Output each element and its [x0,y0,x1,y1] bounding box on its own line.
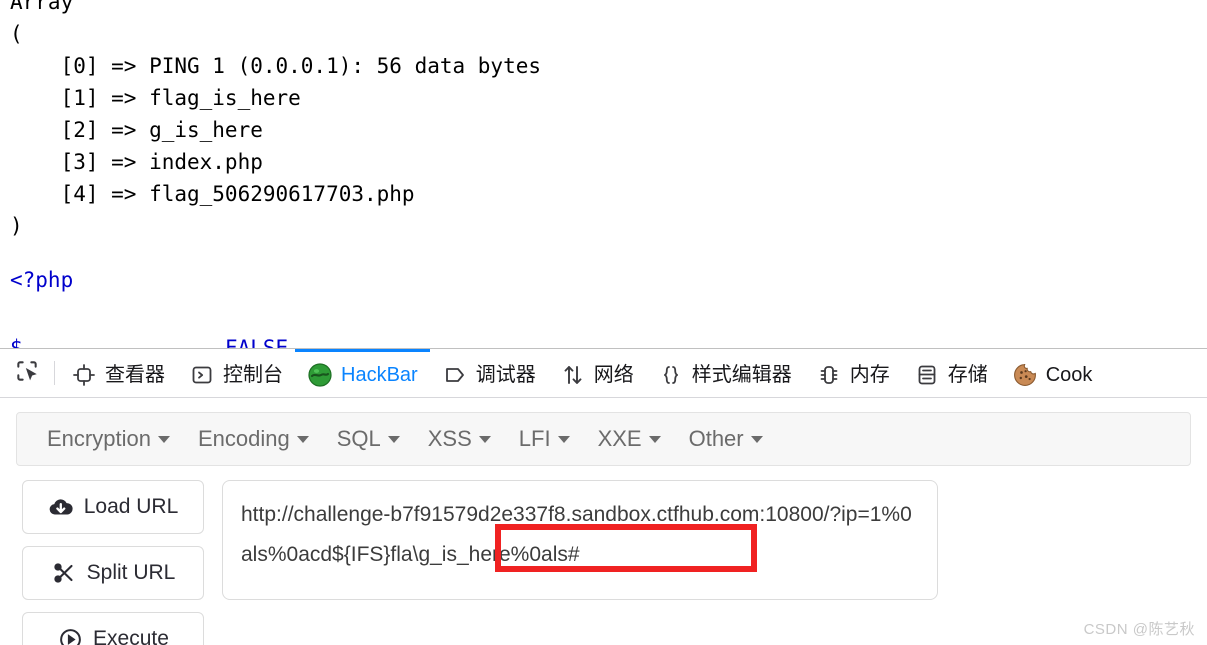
chevron-down-icon [478,435,491,443]
browser-page-content: Array ( [0] => PING 1 (0.0.0.1): 56 data… [0,0,1207,348]
tab-style-editor-label: 样式编辑器 [691,363,792,386]
memory-icon [816,362,842,388]
hackbar-menu-lfi-label: LFI [518,426,551,451]
load-url-label: Load URL [83,495,179,518]
tab-inspector-label: 查看器 [105,363,165,386]
tab-console[interactable]: 控制台 [177,349,295,397]
tab-cookies[interactable]: Cook [1000,349,1105,397]
chevron-down-icon [648,435,661,443]
hackbar-icon [307,362,333,388]
hackbar-body: Load URL Split URL Execute http://challe… [22,480,1191,645]
tab-network-label: 网络 [593,363,634,386]
hackbar-menu-xxe-label: XXE [597,426,642,451]
hackbar-menu-encryption[interactable]: Encryption [33,426,184,452]
tab-inspector[interactable]: 查看器 [59,349,177,397]
hackbar-menubar: Encryption Encoding SQL XSS LFI XXE Othe… [16,412,1191,466]
chevron-down-icon [387,435,400,443]
tab-cookies-label: Cook [1045,363,1093,386]
url-field-wrapper: http://challenge-b7f91579d2e337f8.sandbo… [222,480,1191,645]
tab-debugger[interactable]: 调试器 [430,349,548,397]
hackbar-menu-encoding-label: Encoding [197,426,290,451]
php-array-output: Array ( [0] => PING 1 (0.0.0.1): 56 data… [10,0,542,238]
hackbar-menu-sql[interactable]: SQL [323,426,414,452]
tab-style-editor[interactable]: 样式编辑器 [646,349,804,397]
php-open-tag: <?php [10,268,74,292]
hackbar-menu-lfi[interactable]: LFI [505,426,584,452]
tab-network[interactable]: 网络 [548,349,646,397]
tab-hackbar[interactable]: HackBar [295,349,430,397]
chevron-down-icon [157,435,170,443]
tab-console-label: 控制台 [223,363,283,386]
chevron-down-icon [296,435,309,443]
element-picker-icon [14,358,40,389]
style-editor-icon [658,362,684,388]
watermark: CSDN @陈艺秋 [1083,621,1195,638]
split-url-label: Split URL [86,561,176,584]
cloud-download-icon [48,494,74,520]
network-icon [560,362,586,388]
load-url-button[interactable]: Load URL [22,480,204,534]
storage-icon [914,362,940,388]
console-icon [189,362,215,388]
chevron-down-icon [750,435,763,443]
toolbar-separator [54,361,55,385]
element-picker-button[interactable] [4,349,50,397]
hackbar-menu-other-label: Other [688,426,744,451]
devtools-tabstrip: 查看器 控制台 HackBar 调试器 网络 样式编辑器 内存 存储 Cook [0,349,1207,398]
hackbar-menu-encoding[interactable]: Encoding [184,426,323,452]
tab-storage[interactable]: 存储 [902,349,1000,397]
tab-storage-label: 存储 [947,363,988,386]
chevron-down-icon [557,435,570,443]
hackbar-menu-encryption-label: Encryption [47,426,151,451]
hackbar-menu-other[interactable]: Other [675,426,777,452]
tab-hackbar-label: HackBar [341,363,418,386]
hackbar-menu-xss-label: XSS [427,426,472,451]
hackbar-button-column: Load URL Split URL Execute [22,480,204,645]
hackbar-menu-sql-label: SQL [336,426,381,451]
debugger-icon [442,362,468,388]
tab-debugger-label: 调试器 [475,363,536,386]
execute-label: Execute [93,627,169,645]
php-source-partial-line: $ FALSE [10,336,289,348]
hackbar-menu-xss[interactable]: XSS [414,426,505,452]
tab-memory[interactable]: 内存 [804,349,902,397]
execute-button[interactable]: Execute [22,612,204,645]
scissors-icon [51,560,77,586]
cookie-icon [1012,362,1038,388]
url-input[interactable]: http://challenge-b7f91579d2e337f8.sandbo… [222,480,938,600]
split-url-button[interactable]: Split URL [22,546,204,600]
inspector-icon [71,362,97,388]
hackbar-menu-xxe[interactable]: XXE [584,426,675,452]
play-circle-icon [57,626,83,645]
tab-memory-label: 内存 [849,363,890,386]
devtools-panel: 查看器 控制台 HackBar 调试器 网络 样式编辑器 内存 存储 Cook … [0,348,1207,645]
